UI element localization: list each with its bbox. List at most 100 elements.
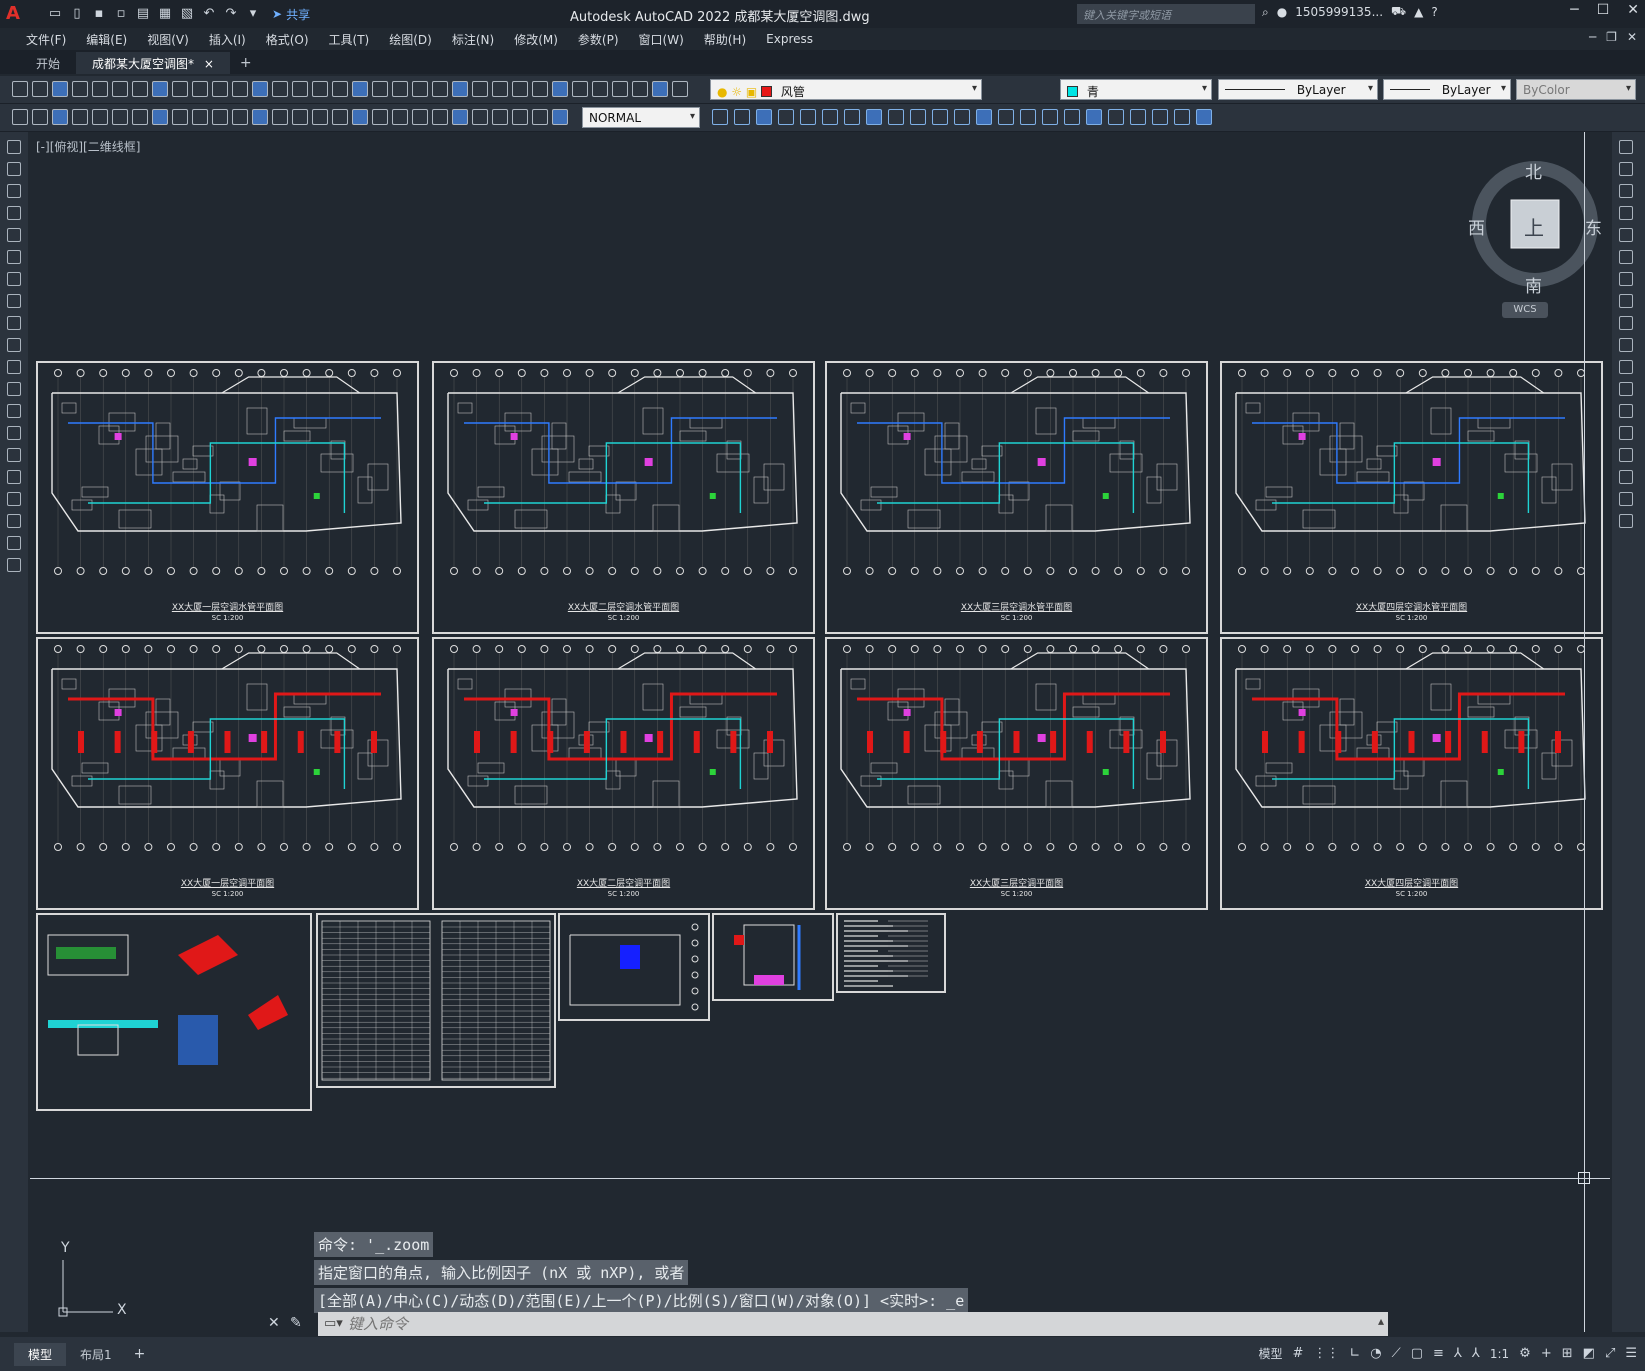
toolbar-tool-icon[interactable] — [844, 109, 860, 125]
cart-icon[interactable]: ⛟ — [1391, 4, 1406, 20]
toolbar-tool-icon[interactable] — [552, 81, 568, 97]
lineweight-icon[interactable]: ≡ — [1433, 1346, 1444, 1361]
layout-tab[interactable]: 布局1 — [66, 1343, 126, 1366]
help-icon[interactable]: ? — [1431, 5, 1437, 19]
user-icon[interactable]: ● — [1277, 5, 1287, 19]
toolbar-tool-icon[interactable] — [212, 81, 228, 97]
customize-dropdown-icon[interactable]: ▾ — [244, 5, 262, 23]
side-tool-icon[interactable] — [1619, 404, 1633, 418]
side-tool-icon[interactable] — [7, 250, 21, 264]
toolbar-tool-icon[interactable] — [998, 109, 1014, 125]
toolbar-tool-icon[interactable] — [352, 81, 368, 97]
side-tool-icon[interactable] — [1619, 140, 1633, 154]
toolbar-tool-icon[interactable] — [212, 109, 228, 125]
side-tool-icon[interactable] — [1619, 250, 1633, 264]
toolbar-tool-icon[interactable] — [12, 81, 28, 97]
toolbar-tool-icon[interactable] — [52, 109, 68, 125]
toolbar-tool-icon[interactable] — [712, 109, 728, 125]
toolbar-tool-icon[interactable] — [132, 109, 148, 125]
side-tool-icon[interactable] — [7, 382, 21, 396]
menu-item[interactable]: 绘图(D) — [379, 31, 442, 48]
command-scroll-icon[interactable]: ▴ — [1378, 1314, 1384, 1328]
toolbar-tool-icon[interactable] — [252, 81, 268, 97]
menu-item[interactable]: 文件(F) — [16, 31, 76, 48]
toolbar-tool-icon[interactable] — [152, 109, 168, 125]
units-icon[interactable]: ⊞ — [1562, 1346, 1573, 1361]
layer-lock-icon[interactable]: ▣ — [746, 85, 757, 99]
tab-start[interactable]: 开始 — [20, 52, 76, 74]
drawing-sheet[interactable]: XX大厦一层空调水管平面图 SC 1:200 — [36, 361, 419, 634]
menu-item[interactable]: 编辑(E) — [76, 31, 137, 48]
toolbar-tool-icon[interactable] — [292, 81, 308, 97]
ortho-icon[interactable]: ∟ — [1349, 1346, 1360, 1361]
side-tool-icon[interactable] — [7, 536, 21, 550]
save-as-icon[interactable]: ▫ — [112, 5, 130, 23]
toolbar-tool-icon[interactable] — [778, 109, 794, 125]
layout-tab[interactable]: 模型 — [14, 1342, 67, 1366]
toolbar-tool-icon[interactable] — [472, 109, 488, 125]
drawing-sheet[interactable]: XX大厦三层空调水管平面图 SC 1:200 — [825, 361, 1208, 634]
toolbar-tool-icon[interactable] — [800, 109, 816, 125]
search-input[interactable]: 键入关键字或短语 — [1077, 4, 1255, 24]
annotation-visibility-icon[interactable]: ⅄ — [1454, 1346, 1462, 1361]
toolbar-tool-icon[interactable] — [292, 109, 308, 125]
command-close-icon[interactable]: ✕ — [268, 1315, 280, 1331]
equipment-table-sheet[interactable] — [316, 913, 556, 1088]
drawing-sheet[interactable]: XX大厦二层空调水管平面图 SC 1:200 — [432, 361, 815, 634]
share-button[interactable]: ➤ 共享 — [272, 6, 310, 23]
web-icon[interactable]: ▦ — [156, 5, 174, 23]
layer-on-icon[interactable]: ● — [717, 85, 727, 99]
side-tool-icon[interactable] — [1619, 206, 1633, 220]
side-tool-icon[interactable] — [7, 206, 21, 220]
annotation-scale-value[interactable]: 1:1 — [1490, 1347, 1509, 1361]
toolbar-tool-icon[interactable] — [332, 81, 348, 97]
toolbar-tool-icon[interactable] — [352, 109, 368, 125]
grid-icon[interactable]: # — [1292, 1346, 1303, 1361]
toolbar-tool-icon[interactable] — [152, 81, 168, 97]
toolbar-tool-icon[interactable] — [112, 109, 128, 125]
toolbar-tool-icon[interactable] — [632, 81, 648, 97]
menu-item[interactable]: 窗口(W) — [629, 31, 694, 48]
toolbar-tool-icon[interactable] — [312, 109, 328, 125]
polar-icon[interactable]: ◔ — [1370, 1346, 1381, 1361]
toolbar-tool-icon[interactable] — [132, 81, 148, 97]
side-tool-icon[interactable] — [7, 492, 21, 506]
toolbar-tool-icon[interactable] — [372, 81, 388, 97]
drawing-sheet[interactable]: XX大厦四层空调水管平面图 SC 1:200 — [1220, 361, 1603, 634]
drawing-sheet[interactable]: XX大厦一层空调平面图 SC 1:200 — [36, 637, 419, 910]
doc-minimize-icon[interactable]: ─ — [1589, 30, 1596, 44]
viewport-controls-label[interactable]: [-][俯视][二维线框] — [36, 138, 140, 155]
side-tool-icon[interactable] — [7, 272, 21, 286]
detail-sheet[interactable] — [558, 913, 710, 1021]
toolbar-tool-icon[interactable] — [72, 81, 88, 97]
toolbar-tool-icon[interactable] — [232, 109, 248, 125]
snap-icon[interactable]: ⋮⋮ — [1313, 1346, 1339, 1361]
model-space-button[interactable]: 模型 — [1258, 1345, 1282, 1362]
drawing-sheet[interactable]: XX大厦三层空调平面图 SC 1:200 — [825, 637, 1208, 910]
new-tab-icon[interactable]: + — [230, 52, 262, 74]
isodraft-icon[interactable]: ⟋ — [1392, 1346, 1401, 1361]
toolbar-tool-icon[interactable] — [1020, 109, 1036, 125]
side-tool-icon[interactable] — [7, 558, 21, 572]
toolbar-tool-icon[interactable] — [888, 109, 904, 125]
side-tool-icon[interactable] — [7, 448, 21, 462]
command-input[interactable] — [318, 1312, 1388, 1336]
toolbar-tool-icon[interactable] — [452, 81, 468, 97]
toolbar-tool-icon[interactable] — [866, 109, 882, 125]
toolbar-tool-icon[interactable] — [910, 109, 926, 125]
toolbar-tool-icon[interactable] — [954, 109, 970, 125]
side-tool-icon[interactable] — [1619, 316, 1633, 330]
viewcube-south[interactable]: 南 — [1525, 272, 1542, 297]
annotation-scale-icon[interactable]: ⅄ — [1472, 1346, 1480, 1361]
toolbar-tool-icon[interactable] — [92, 109, 108, 125]
toolbar-tool-icon[interactable] — [392, 81, 408, 97]
add-icon[interactable]: + — [1541, 1346, 1552, 1361]
side-tool-icon[interactable] — [7, 360, 21, 374]
redo-icon[interactable]: ↷ — [222, 5, 240, 23]
toolbar-tool-icon[interactable] — [452, 109, 468, 125]
toolbar-tool-icon[interactable] — [372, 109, 388, 125]
toolbar-tool-icon[interactable] — [332, 109, 348, 125]
layer-freeze-icon[interactable]: ☼ — [731, 85, 742, 99]
toolbar-tool-icon[interactable] — [92, 81, 108, 97]
side-tool-icon[interactable] — [1619, 426, 1633, 440]
